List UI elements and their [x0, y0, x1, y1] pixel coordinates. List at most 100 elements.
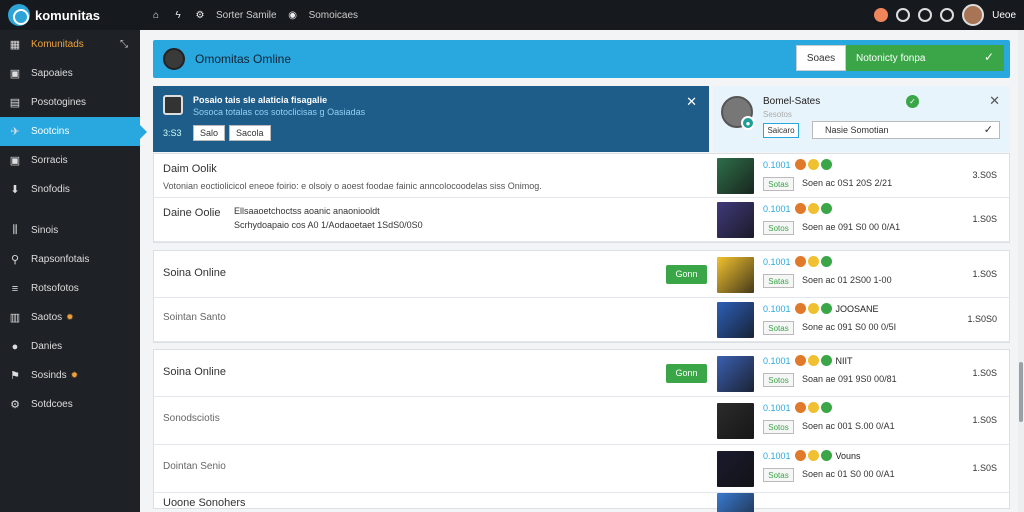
sidebar-item-label: Sotdcoes	[31, 399, 73, 410]
avatar[interactable]	[962, 4, 985, 26]
table-row[interactable]: Uoone Sonohers	[154, 493, 1009, 512]
reaction-icon	[820, 203, 832, 214]
row-title[interactable]: Sonodsciotis	[163, 413, 220, 424]
user-name[interactable]: Ueoe	[992, 10, 1016, 21]
table-row[interactable]: Sonodsciotis 0.1001 Sotos Soen ac 001 S.00 …	[154, 397, 1009, 445]
game-thumbnail[interactable]	[717, 403, 754, 439]
row-meta-id[interactable]: 0.1001	[763, 160, 791, 170]
sidebar-item-1[interactable]: ▣ Sapoaies	[0, 59, 140, 88]
bolt-icon[interactable]: ϟ	[172, 10, 184, 21]
sidebar-item-2[interactable]: ▤ Posotogines	[0, 88, 140, 117]
thread-section: Soina Online Gonn 0.1001 Satas Soen ac 01 2S…	[153, 250, 1010, 343]
table-row[interactable]: Soina Online Gonn 0.1001 Satas Soen ac 01 2S…	[154, 251, 1009, 298]
row-meta-id[interactable]: 0.1001	[763, 304, 791, 314]
game-thumbnail[interactable]	[717, 302, 754, 338]
notification-icon[interactable]	[874, 8, 889, 22]
notification-button-2[interactable]: Sacola	[229, 125, 271, 141]
close-icon[interactable]: ✕	[989, 93, 1000, 109]
verified-icon: ✓	[906, 95, 919, 108]
row-title[interactable]: Soina Online	[163, 366, 226, 378]
table-row[interactable]: Daim Oolik Votonian eoctiolicicol eneoe f…	[154, 154, 1009, 198]
reaction-icons	[794, 402, 832, 413]
row-amount: 1.S0S	[972, 214, 997, 224]
bird-icon: ✈	[10, 126, 20, 138]
sidebar-item-10[interactable]: ● Danies	[0, 332, 140, 361]
row-title[interactable]: Soina Online	[163, 267, 226, 279]
sidebar-item-4[interactable]: ▣ Sorracis	[0, 146, 140, 175]
notification-button-1[interactable]: Salo	[193, 125, 226, 141]
sidebar-item-0[interactable]: ▦ Komunitads ⤡	[0, 30, 140, 59]
top-link-sorter[interactable]: Sorter Samile	[216, 10, 277, 21]
chevron-down-icon: ✓	[983, 50, 994, 64]
home-icon[interactable]: ⌂	[150, 10, 162, 21]
row-title[interactable]: Uoone Sonohers	[163, 497, 246, 509]
sidebar-item-5[interactable]: ⬇ Snofodis	[0, 175, 140, 204]
sidebar-item-11[interactable]: ⚑ Sosinds ✹	[0, 361, 140, 390]
row-meta-id[interactable]: 0.1001	[763, 403, 791, 413]
row-timestamp: Sone ac 091 S0 00 0/5I	[802, 322, 897, 332]
app-logo[interactable]: komunitas	[0, 0, 140, 30]
table-row[interactable]: Daine Oolie Ellsaaoetchoctss aoanic anaon…	[154, 198, 1009, 242]
message-icon: ●	[11, 340, 19, 353]
join-button[interactable]: Gonn	[666, 363, 707, 383]
settings-icon[interactable]	[940, 8, 955, 22]
scrollbar-thumb[interactable]	[1019, 362, 1023, 422]
page-title: Omomitas Omline	[195, 52, 292, 66]
sidebar-item-3[interactable]: ✈ Sootcins	[0, 117, 147, 146]
notification-body[interactable]: Sosoca totalas cos sotoclicisas g Oasiad…	[193, 107, 365, 117]
notification-select[interactable]: Notonicty fonpa ✓	[846, 45, 1004, 71]
reaction-icon	[807, 159, 819, 170]
sidebar-item-6[interactable]: ⫼ Sinois	[0, 216, 140, 245]
search-button[interactable]: Soaes	[796, 45, 846, 71]
sidebar-item-label: Snofodis	[31, 184, 70, 195]
table-row[interactable]: Dointan Senio 0.1001 Vouns Sotas Soen ac 01 …	[154, 445, 1009, 493]
sidebar-item-label: Danies	[31, 341, 63, 352]
profile-popover: ● Bomel-Sates Sesotos ✓ ✕ Saicaro Nasie …	[713, 86, 1010, 152]
row-meta-id[interactable]: 0.1001	[763, 257, 791, 267]
square-icon: ▣	[9, 155, 21, 167]
game-thumbnail[interactable]	[717, 256, 754, 293]
collapse-icon[interactable]: ⤡	[120, 39, 128, 50]
profile-select[interactable]: Nasie Somotian ✓	[812, 121, 1000, 139]
download-icon: ⬇	[10, 184, 20, 196]
table-row[interactable]: Sointan Santo 0.1001 JOOSANE Sotas Sone ac 0…	[154, 298, 1009, 342]
game-thumbnail[interactable]	[717, 158, 754, 194]
row-title[interactable]: Daine Oolie	[163, 207, 220, 219]
row-title[interactable]: Daim Oolik	[163, 163, 217, 175]
row-amount: 1.S0S	[972, 463, 997, 473]
sidebar-item-9[interactable]: ▥ Saotos ✹	[0, 303, 140, 332]
game-thumbnail[interactable]	[717, 493, 754, 512]
sidebar-item-label: Sootcins	[31, 126, 70, 137]
logo-text: komunitas	[35, 7, 101, 23]
sidebar-item-12[interactable]: ⚙ Sotdcoes	[0, 390, 140, 419]
scrollbar-track[interactable]	[1018, 30, 1024, 512]
gear-icon[interactable]: ⚙	[194, 10, 206, 21]
sidebar-item-label: Sinois	[31, 225, 59, 236]
user-icon[interactable]: ◉	[287, 10, 299, 21]
row-tag: JOOSANE	[835, 303, 879, 314]
row-meta-id[interactable]: 0.1001	[763, 451, 791, 461]
help-icon[interactable]	[896, 8, 911, 22]
close-icon[interactable]: ✕	[686, 94, 697, 110]
row-amount: 1.S0S0	[967, 314, 997, 324]
reaction-icon	[820, 402, 832, 413]
join-button[interactable]: Gonn	[666, 264, 707, 284]
notification-title: Posaio tais sle alaticia fisagalie	[193, 95, 328, 105]
game-thumbnail[interactable]	[717, 202, 754, 238]
row-title[interactable]: Dointan Senio	[163, 461, 226, 472]
community-header: Omomitas Omline Soaes Notonicty fonpa ✓	[153, 40, 1010, 78]
top-link-somoicaes[interactable]: Somoicaes	[309, 10, 358, 21]
search-icon[interactable]	[918, 8, 933, 22]
row-meta-id[interactable]: 0.1001	[763, 356, 791, 366]
profile-avatar[interactable]: ●	[721, 96, 755, 130]
table-row[interactable]: Soina Online Gonn 0.1001 NIIT Sotos Soan ae 0…	[154, 350, 1009, 397]
sidebar-item-7[interactable]: ⚲ Rapsonfotais	[0, 245, 140, 274]
sidebar-item-8[interactable]: ≡ Rotsofotos	[0, 274, 140, 303]
game-thumbnail[interactable]	[717, 451, 754, 487]
row-title[interactable]: Sointan Santo	[163, 312, 226, 323]
game-thumbnail[interactable]	[717, 355, 754, 392]
row-meta-id[interactable]: 0.1001	[763, 204, 791, 214]
profile-action-button[interactable]: Saicaro	[763, 123, 799, 138]
status-badge: Sotas	[763, 321, 794, 335]
notification-avatar	[163, 95, 183, 115]
